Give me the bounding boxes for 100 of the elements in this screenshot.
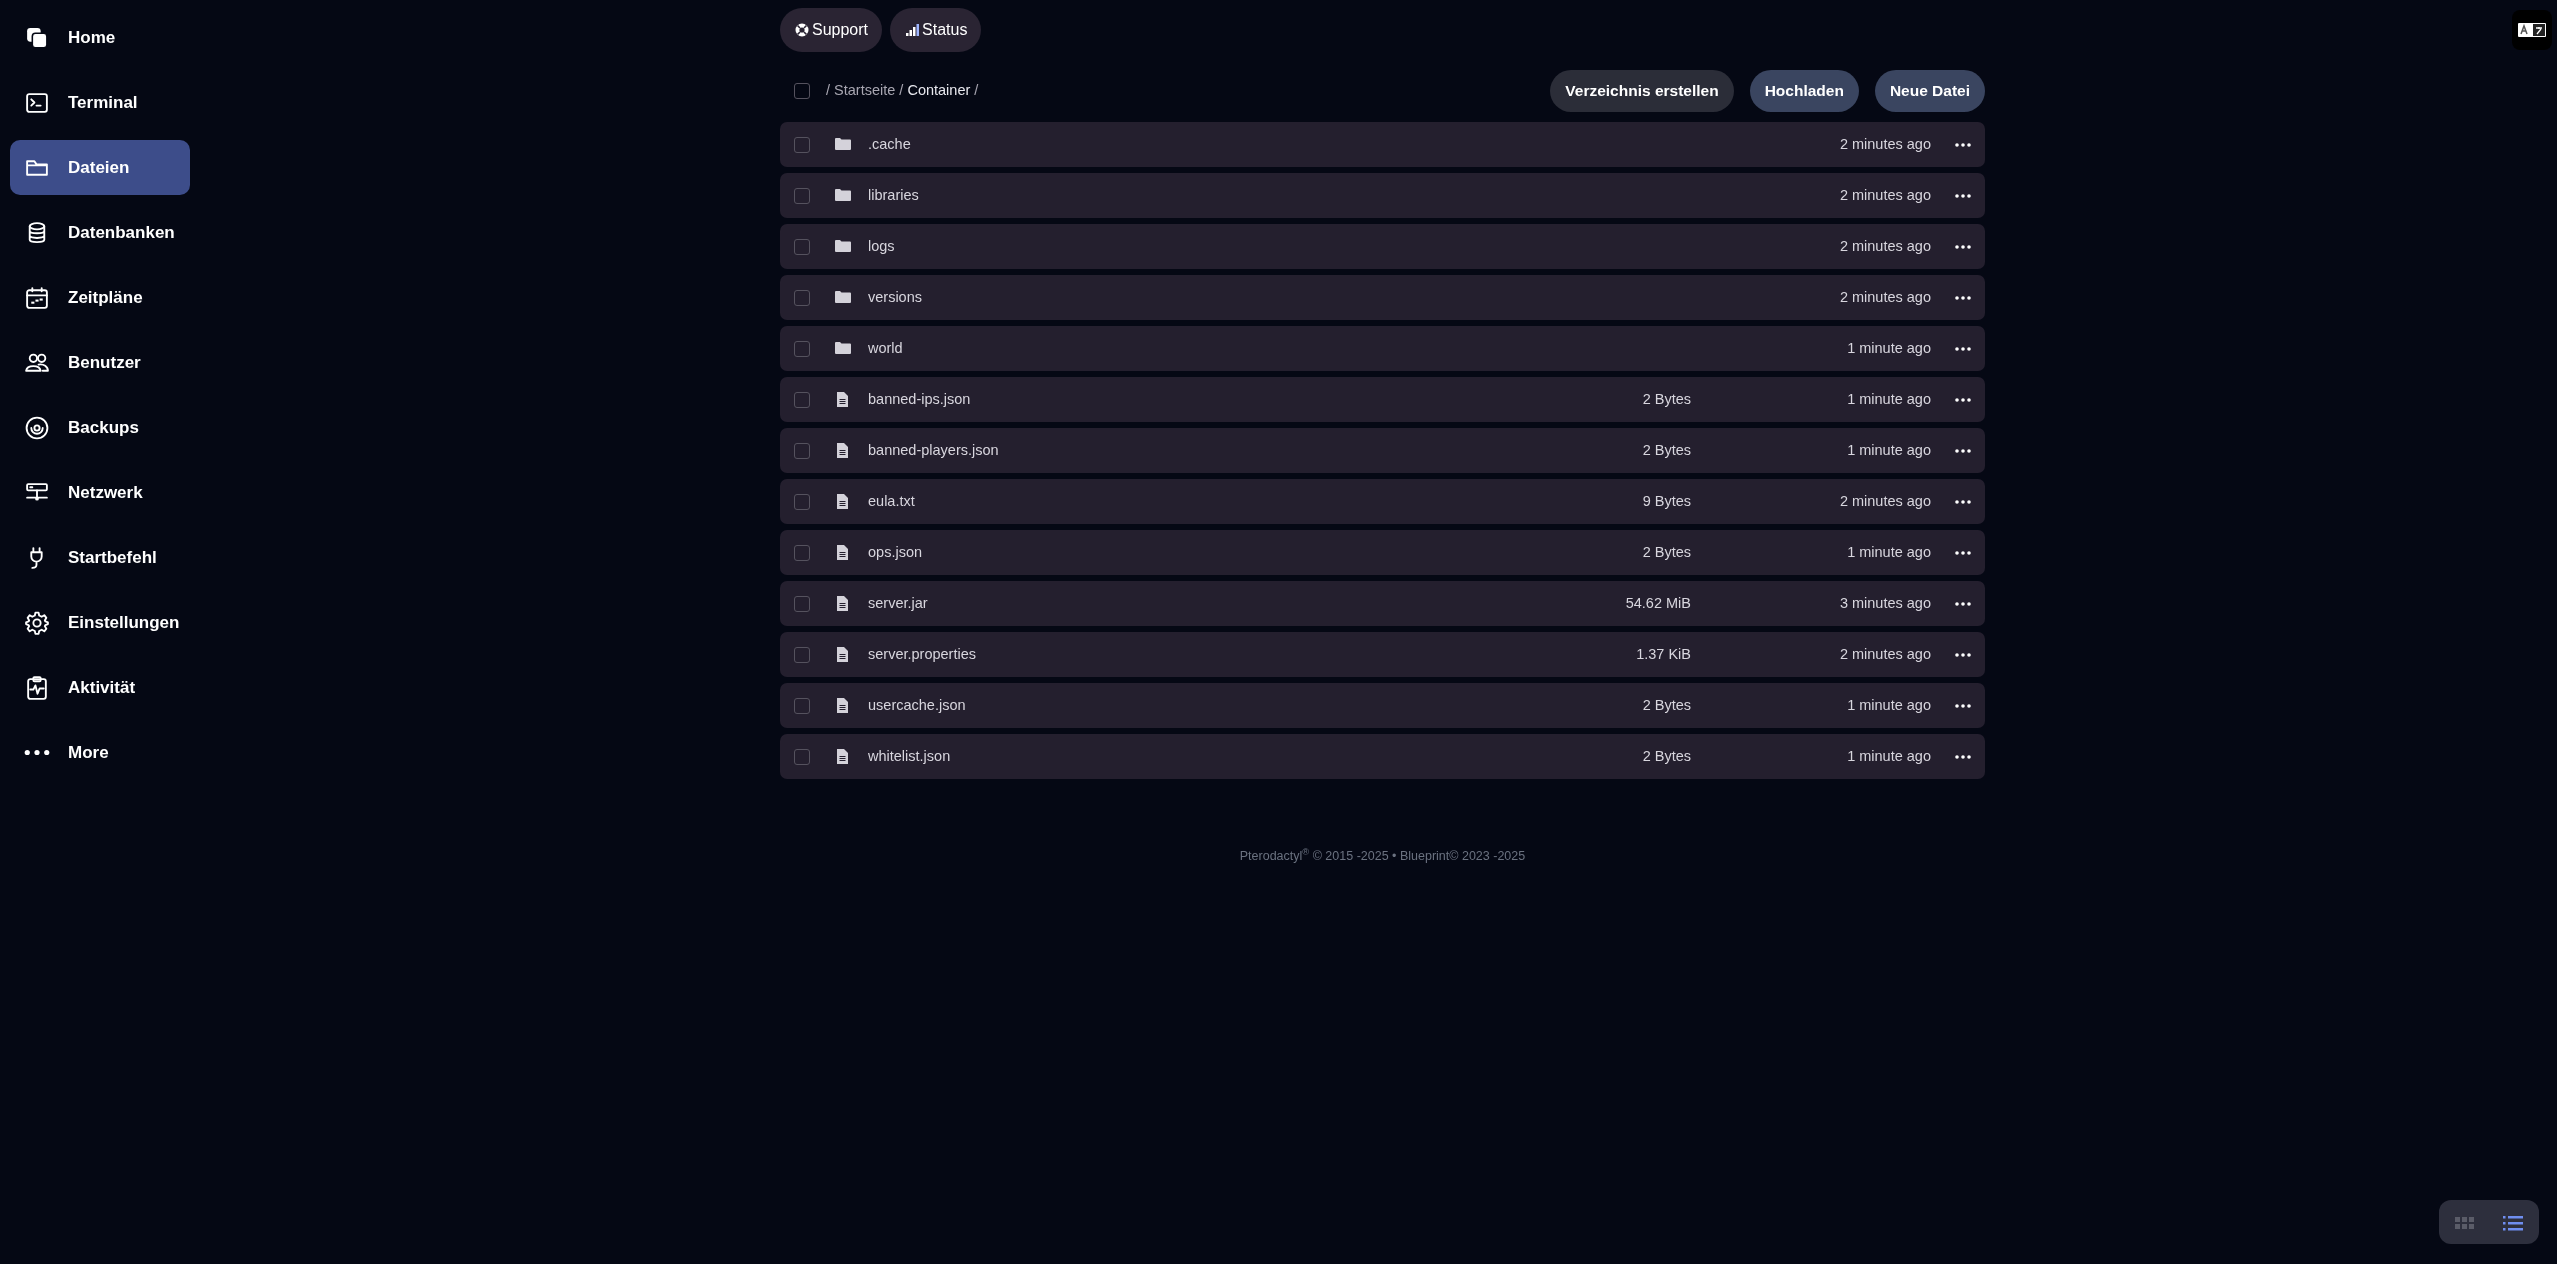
ellipsis-icon (1955, 142, 1971, 147)
footer-text: Pterodactyl$^{®}$ © 2015 -2025 • Blueprint© 2023 -2025 (1239, 849, 1526, 863)
file-name[interactable]: server.properties (868, 643, 976, 666)
file-name[interactable]: .cache (868, 133, 911, 156)
sidebar-item[interactable]: Startbefehl (10, 530, 190, 585)
modified-time: 1 minute ago (1846, 746, 1931, 766)
settings-icon (24, 609, 50, 636)
modified-time: 2 minutes ago (1838, 134, 1931, 154)
modified-time: 1 minute ago (1846, 338, 1931, 358)
modified-time: 2 minutes ago (1838, 185, 1931, 205)
checkbox[interactable] (794, 187, 810, 204)
toolbar-button[interactable]: Hochladen (1749, 70, 1859, 112)
sidebar-item[interactable]: Netzwerk (10, 465, 190, 520)
sidebar-item[interactable]: Dateien (10, 140, 190, 195)
more-options-button[interactable] (1955, 346, 1971, 351)
checkbox[interactable] (794, 289, 810, 306)
disc-icon (24, 414, 50, 441)
folder-icon (834, 238, 852, 255)
checkbox[interactable] (794, 697, 810, 714)
more-options-button[interactable] (1955, 244, 1971, 249)
checkbox[interactable] (794, 748, 810, 765)
sidebar-item[interactable]: Backups (10, 400, 190, 455)
ellipsis-icon (1955, 703, 1971, 708)
folder-icon (834, 187, 852, 204)
sidebar-item[interactable]: Einstellungen (10, 595, 190, 650)
sidebar-item[interactable]: Home (10, 10, 190, 65)
modified-time: 2 minutes ago (1838, 644, 1931, 664)
more-icon (24, 749, 50, 756)
modified-time: 1 minute ago (1846, 440, 1931, 460)
file-name[interactable]: banned-players.json (868, 439, 999, 462)
checkbox[interactable] (794, 595, 810, 612)
checkbox[interactable] (794, 544, 810, 561)
ellipsis-icon (1955, 754, 1971, 759)
sidebar-item[interactable]: Zeitpläne (10, 270, 190, 325)
ellipsis-icon (1955, 346, 1971, 351)
file-name[interactable]: banned-ips.json (868, 388, 971, 411)
file-name[interactable]: whitelist.json (868, 745, 951, 768)
ellipsis-icon (1955, 193, 1971, 198)
more-options-button[interactable] (1955, 448, 1971, 453)
file-name[interactable]: usercache.json (868, 694, 966, 717)
file-row[interactable]: world 1 minute ago (780, 326, 1985, 371)
checkbox[interactable] (794, 391, 810, 408)
lifebuoy-icon (794, 22, 810, 38)
file-name[interactable]: server.jar (868, 592, 928, 615)
file-row[interactable]: banned-players.json 2 Bytes 1 minute ago (780, 428, 1985, 473)
folder-icon (834, 136, 852, 153)
top-link[interactable]: Status (890, 8, 982, 52)
more-options-button[interactable] (1955, 397, 1971, 402)
modified-time: 2 minutes ago (1838, 491, 1931, 511)
file-row[interactable]: logs 2 minutes ago (780, 224, 1985, 269)
file-row[interactable]: .cache 2 minutes ago (780, 122, 1985, 167)
more-options-button[interactable] (1955, 754, 1971, 759)
file-name[interactable]: libraries (868, 184, 919, 207)
checkbox[interactable] (794, 442, 810, 459)
sidebar-item[interactable]: Benutzer (10, 335, 190, 390)
file-row[interactable]: usercache.json 2 Bytes 1 minute ago (780, 683, 1985, 728)
file-row[interactable]: libraries 2 minutes ago (780, 173, 1985, 218)
file-row[interactable]: server.properties 1.37 KiB 2 minutes ago (780, 632, 1985, 677)
more-options-button[interactable] (1955, 295, 1971, 300)
sidebar-item[interactable]: Datenbanken (10, 205, 190, 260)
more-options-button[interactable] (1955, 703, 1971, 708)
file-row[interactable]: whitelist.json 2 Bytes 1 minute ago (780, 734, 1985, 779)
file-name[interactable]: eula.txt (868, 490, 915, 513)
file-size: 2 Bytes (1641, 440, 1691, 460)
checkbox[interactable] (794, 340, 810, 357)
file-row[interactable]: eula.txt 9 Bytes 2 minutes ago (780, 479, 1985, 524)
toolbar-button[interactable]: Verzeichnis erstellen (1550, 70, 1734, 112)
ellipsis-icon (1955, 295, 1971, 300)
file-row[interactable]: server.jar 54.62 MiB 3 minutes ago (780, 581, 1985, 626)
sidebar-item[interactable]: Terminal (10, 75, 190, 130)
more-options-button[interactable] (1955, 499, 1971, 504)
checkbox[interactable] (794, 83, 810, 99)
breadcrumb: / Startseite / Container / (826, 81, 979, 101)
ellipsis-icon (1955, 601, 1971, 606)
more-options-button[interactable] (1955, 550, 1971, 555)
file-size: 2 Bytes (1641, 746, 1691, 766)
checkbox[interactable] (794, 493, 810, 510)
more-options-button[interactable] (1955, 601, 1971, 606)
file-row[interactable]: versions 2 minutes ago (780, 275, 1985, 320)
checkbox[interactable] (794, 646, 810, 663)
sidebar-item[interactable]: More (10, 725, 190, 780)
more-options-button[interactable] (1955, 652, 1971, 657)
folder-icon (834, 289, 852, 306)
top-link[interactable]: Support (780, 8, 883, 52)
more-options-button[interactable] (1955, 193, 1971, 198)
file-name[interactable]: versions (868, 286, 922, 309)
checkbox[interactable] (794, 136, 810, 153)
toolbar-button[interactable]: Neue Datei (1874, 70, 1985, 112)
more-options-button[interactable] (1955, 142, 1971, 147)
file-name[interactable]: world (868, 337, 903, 360)
translate-button[interactable] (2512, 10, 2552, 50)
file-row[interactable]: ops.json 2 Bytes 1 minute ago (780, 530, 1985, 575)
file-name[interactable]: logs (868, 235, 895, 258)
file-name[interactable]: ops.json (868, 541, 922, 564)
sidebar-item[interactable]: Aktivität (10, 660, 190, 715)
modified-time: 2 minutes ago (1838, 287, 1931, 307)
file-row[interactable]: banned-ips.json 2 Bytes 1 minute ago (780, 377, 1985, 422)
modified-time: 3 minutes ago (1838, 593, 1931, 613)
ellipsis-icon (1955, 499, 1971, 504)
checkbox[interactable] (794, 238, 810, 255)
